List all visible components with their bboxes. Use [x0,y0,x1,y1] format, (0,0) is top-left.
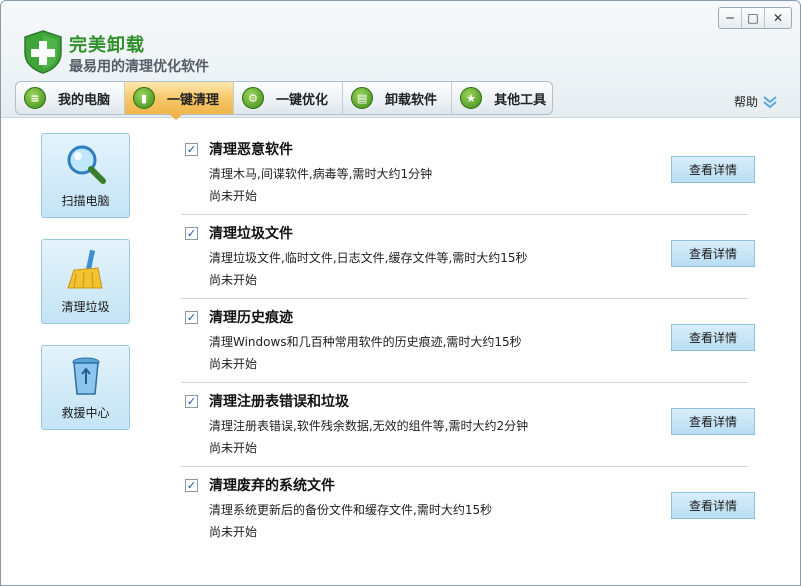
item-description: 清理系统更新后的备份文件和缓存文件,需时大约15秒 [209,503,493,517]
chevron-down-icon [763,95,777,108]
maximize-button[interactable]: □ [742,8,765,28]
list-item: ✓ 清理废弃的系统文件 清理系统更新后的备份文件和缓存文件,需时大约15秒 尚未… [181,467,755,551]
uninstall-icon: ▤ [351,87,374,109]
app-subtitle: 最易用的清理优化软件 [69,59,209,75]
sidebar-item-clean-junk[interactable]: 清理垃圾 [41,239,130,324]
tab-my-computer[interactable]: ≡ 我的电脑 [16,82,126,114]
tab-label: 我的电脑 [58,92,111,108]
sidebar: 扫描电脑 清理垃圾 救援中心 [1,119,161,585]
list-item: ✓ 清理历史痕迹 清理Windows和几百种常用软件的历史痕迹,需时大约15秒 … [181,299,755,383]
view-details-button[interactable]: 查看详情 [671,408,755,435]
tab-one-click-clean[interactable]: ▮ 一键清理 [125,82,235,114]
help-label: 帮助 [733,95,758,109]
window-controls: ─ □ ✕ [718,7,792,29]
view-details-button[interactable]: 查看详情 [671,324,755,351]
item-title: 清理注册表错误和垃圾 [209,394,349,410]
item-title: 清理恶意软件 [209,142,293,158]
gears-icon: ⚙ [242,87,265,109]
sidebar-item-label: 扫描电脑 [61,194,110,208]
item-status: 尚未开始 [209,441,258,455]
item-checkbox[interactable]: ✓ [185,395,198,408]
item-description: 清理垃圾文件,临时文件,日志文件,缓存文件等,需时大约15秒 [209,251,528,265]
item-title: 清理垃圾文件 [209,226,293,242]
help-button[interactable]: 帮助 [734,93,778,110]
app-window: 完美卸载 最易用的清理优化软件 ─ □ ✕ ≡ 我的电脑 ▮ 一键清理 ⚙ 一键… [0,0,801,586]
item-title: 清理历史痕迹 [209,310,293,326]
sidebar-item-label: 清理垃圾 [61,300,110,314]
item-checkbox[interactable]: ✓ [185,227,198,240]
tab-label: 一键优化 [276,92,329,108]
view-details-button[interactable]: 查看详情 [671,492,755,519]
broom-icon [66,249,103,289]
tab-label: 一键清理 [167,92,220,108]
magnifier-icon [67,145,106,184]
tab-uninstall[interactable]: ▤ 卸载软件 [343,82,453,114]
item-description: 清理Windows和几百种常用软件的历史痕迹,需时大约15秒 [209,335,522,349]
view-details-button[interactable]: 查看详情 [671,156,755,183]
computer-icon: ≡ [24,87,46,109]
list-item: ✓ 清理垃圾文件 清理垃圾文件,临时文件,日志文件,缓存文件等,需时大约15秒 … [181,215,755,299]
minimize-button[interactable]: ─ [719,8,742,28]
item-checkbox[interactable]: ✓ [185,143,198,156]
main-tabs: ≡ 我的电脑 ▮ 一键清理 ⚙ 一键优化 ▤ 卸载软件 ★ 其他工具 [15,81,553,115]
list-item: ✓ 清理注册表错误和垃圾 清理注册表错误,软件残余数据,无效的组件等,需时大约2… [181,383,755,467]
item-status: 尚未开始 [209,525,258,539]
view-details-button[interactable]: 查看详情 [671,240,755,267]
sidebar-item-scan[interactable]: 扫描电脑 [41,133,130,218]
logo-shield-icon [24,30,62,74]
item-description: 清理注册表错误,软件残余数据,无效的组件等,需时大约2分钟 [209,419,529,433]
item-status: 尚未开始 [209,273,258,287]
tab-one-click-optimize[interactable]: ⚙ 一键优化 [234,82,344,114]
close-button[interactable]: ✕ [765,8,791,28]
item-checkbox[interactable]: ✓ [185,479,198,492]
item-status: 尚未开始 [209,357,258,371]
trash-icon: ▮ [133,87,156,109]
active-tab-pointer [169,114,183,120]
tab-label: 其他工具 [494,92,547,108]
tab-label: 卸载软件 [385,92,438,108]
item-title: 清理废弃的系统文件 [209,478,335,494]
tab-other-tools[interactable]: ★ 其他工具 [452,82,552,114]
item-checkbox[interactable]: ✓ [185,311,198,324]
app-title: 完美卸载 [69,35,145,56]
sidebar-item-label: 救援中心 [61,406,110,420]
recycle-bin-icon [72,357,99,395]
tools-icon: ★ [460,87,483,109]
item-description: 清理木马,间谍软件,病毒等,需时大约1分钟 [209,167,433,181]
item-status: 尚未开始 [209,189,258,203]
header: 完美卸载 最易用的清理优化软件 ─ □ ✕ ≡ 我的电脑 ▮ 一键清理 ⚙ 一键… [1,1,800,118]
sidebar-item-rescue[interactable]: 救援中心 [41,345,130,430]
list-item: ✓ 清理恶意软件 清理木马,间谍软件,病毒等,需时大约1分钟 尚未开始 查看详情 [181,131,755,215]
